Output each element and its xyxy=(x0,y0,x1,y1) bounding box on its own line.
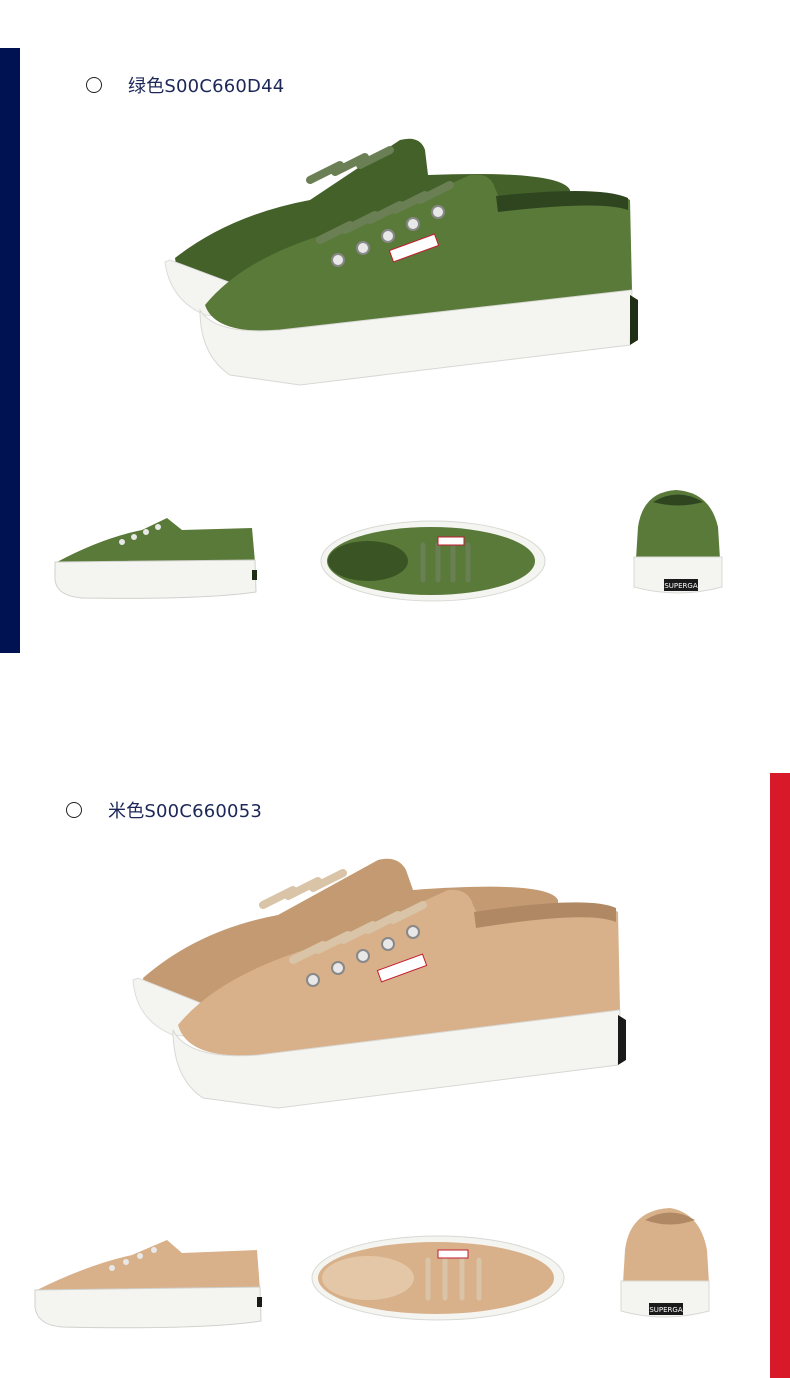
radio-button[interactable] xyxy=(86,77,102,93)
variant-label: 米色S00C660053 xyxy=(108,801,263,822)
main-shoe-pair-image xyxy=(164,138,638,386)
radio-button[interactable] xyxy=(66,802,82,818)
red-accent-bar xyxy=(770,773,790,1378)
top-view-image xyxy=(320,520,546,602)
variant-section-green: 绿色S00C660D44 SUPERGA xyxy=(0,0,790,690)
variant-label: 绿色S00C660D44 xyxy=(128,76,285,97)
variant-option-beige[interactable]: 米色S00C660053 xyxy=(66,797,262,823)
side-view-image xyxy=(54,518,257,599)
top-view-image xyxy=(311,1235,565,1321)
main-shoe-pair-image xyxy=(132,858,626,1109)
back-view-image: SUPERGA xyxy=(633,490,723,594)
side-view-image xyxy=(34,1240,262,1329)
variant-section-beige: 米色S00C660053 SUPERGA xyxy=(0,690,790,1378)
variant-option-green[interactable]: 绿色S00C660D44 xyxy=(86,72,284,98)
back-view-image: SUPERGA xyxy=(620,1208,710,1318)
svg-text:SUPERGA: SUPERGA xyxy=(664,582,697,590)
svg-text:SUPERGA: SUPERGA xyxy=(649,1306,682,1314)
navy-accent-bar xyxy=(0,48,20,653)
